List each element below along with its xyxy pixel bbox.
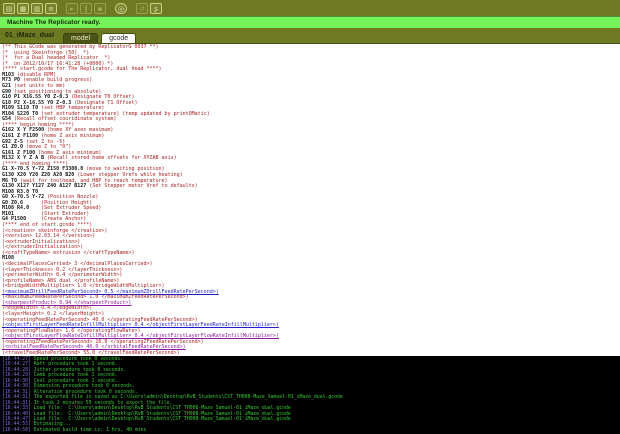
build-name-label: 01_iMaze_dual: [5, 32, 55, 39]
console-timestamp: [16:44:31]: [2, 400, 34, 406]
console-message: It took 2 minutes 59 seconds to export t…: [33, 400, 173, 406]
console-message: Load file: C:\Users\admin\Desktop\RvB_St…: [33, 406, 291, 412]
console-message: Estimating...: [33, 422, 72, 428]
console-timestamp: [16:44:30]: [2, 384, 34, 390]
console-message: Raft procedure took 1 second.: [33, 362, 118, 368]
tab-gcode[interactable]: gcode: [101, 33, 137, 43]
main-toolbar: ▤ ▦ ▥ ≡ ▸ ‖ ▪ ◎ ↺ ʂ: [0, 0, 620, 16]
console-line: [16:44:58] Estimated build time is: 1 hr…: [2, 428, 620, 433]
console-message: Load file: C:\Users\admin\Desktop\RvB_St…: [33, 411, 291, 417]
console-message: Estimated build time is: 1 hrs, 40 mins: [33, 427, 147, 433]
console-message: Alteration procedure took 0 seconds.: [33, 389, 138, 395]
console-message: The exported file is saved as C:\Users\a…: [33, 395, 343, 401]
file-tab-bar: 01_iMaze_dual model gcode: [0, 28, 620, 43]
console-timestamp: [16:44:33]: [2, 406, 34, 412]
pause-icon[interactable]: ‖: [80, 2, 92, 14]
build-icon[interactable]: ▸: [66, 2, 78, 14]
console-message: Comb procedure took 1 second.: [33, 373, 118, 379]
console-timestamp: [16:44:29]: [2, 373, 34, 379]
console-message: Dimension procedure took 0 seconds.: [33, 384, 135, 390]
save-file-icon[interactable]: ▥: [31, 2, 43, 14]
console-timestamp: [16:44:27]: [2, 362, 34, 368]
machine-status-text: Machine The Replicator ready.: [7, 19, 101, 26]
gcode-comment: (Set Stepper motor Vref to defaults): [89, 183, 198, 190]
machine-status-bar: Machine The Replicator ready.: [0, 16, 620, 28]
console-timestamp: [16:44:31]: [2, 389, 34, 395]
stop-icon[interactable]: ▪: [94, 2, 106, 14]
console-timestamp: [16:44:58]: [2, 427, 34, 433]
open-file-icon[interactable]: ▦: [17, 2, 29, 14]
console-timestamp: [16:44:31]: [2, 395, 34, 401]
console-log[interactable]: [16:44:27] Speed procedure took 0 second…: [0, 356, 620, 434]
console-message: Load file: C:\Users\admin\Desktop\RvB_St…: [33, 416, 291, 422]
console-timestamp: [16:44:55]: [2, 422, 34, 428]
reset-machine-icon[interactable]: ↺: [136, 2, 148, 14]
control-panel-icon[interactable]: ʂ: [150, 2, 162, 14]
connect-icon[interactable]: ◎: [115, 2, 127, 14]
gcode-editor[interactable]: (** This GCode was generated by Replicat…: [0, 43, 620, 356]
console-timestamp: [16:44:40]: [2, 411, 34, 417]
generate-gcode-icon[interactable]: ≡: [45, 2, 57, 14]
new-file-icon[interactable]: ▤: [3, 2, 15, 14]
tab-model[interactable]: model: [63, 33, 99, 43]
